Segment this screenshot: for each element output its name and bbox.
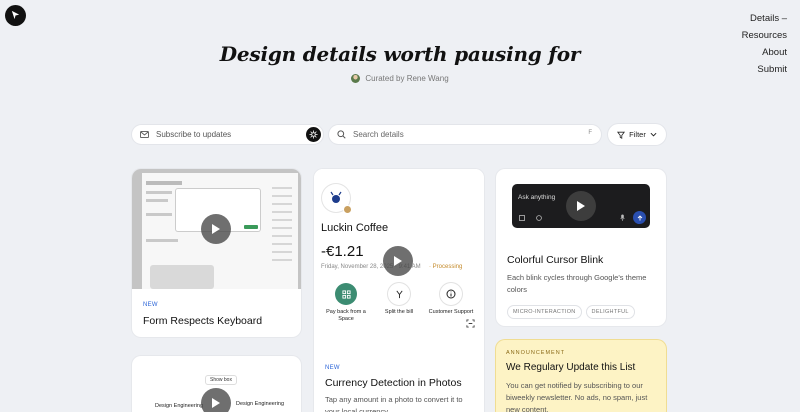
subscribe-placeholder: Subscribe to updates <box>156 130 232 139</box>
card-title: Currency Detection in Photos <box>325 377 462 389</box>
card-description: Each blink cycles through Google's theme… <box>507 273 647 294</box>
chat-input-preview: Ask anything <box>512 184 650 228</box>
avatar <box>351 74 361 83</box>
transaction-amount: -€1.21 <box>321 243 364 260</box>
curator-credit: Curated by Rene Wang <box>0 74 800 83</box>
tag-delightful[interactable]: DELIGHTFUL <box>585 305 635 319</box>
card-meta: NEW Form Respects Keyboard <box>143 302 262 327</box>
chat-prompt: Ask anything <box>518 194 556 201</box>
subscribe-field[interactable]: Subscribe to updates <box>132 125 323 144</box>
play-icon <box>577 201 585 211</box>
merchant-name: Luckin Coffee <box>321 222 389 234</box>
action-customer-support[interactable]: Customer Support <box>428 283 474 316</box>
card-cursor-blink[interactable]: Ask anything Colorful Cursor Blink Each … <box>496 169 666 326</box>
page-title: Design details worth pausing for <box>219 42 581 66</box>
preview-label-left: Design Engineering <box>155 403 204 409</box>
subscribe-button[interactable] <box>306 127 321 142</box>
scan-icon <box>466 315 475 333</box>
search-input[interactable]: Search details F <box>329 125 601 144</box>
site-logo[interactable] <box>5 5 26 26</box>
search-icon <box>337 130 346 139</box>
card-description: Tap any amount in a photo to convert it … <box>325 395 463 412</box>
play-button[interactable] <box>566 191 596 221</box>
nav-details[interactable]: Details – <box>742 10 787 27</box>
action-label: Split the bill <box>384 309 414 315</box>
announcement-description: You can get notified by subscribing to o… <box>506 381 648 412</box>
announcement-label: ANNOUNCEMENT <box>506 350 566 356</box>
image-icon <box>519 215 525 221</box>
card-meta: NEW Currency Detection in Photos Tap any… <box>325 365 475 412</box>
card-thumbnail: Luckin Coffee -€1.21 Friday, November 28… <box>314 169 484 359</box>
arrow-up-icon <box>637 214 642 220</box>
card-title: Form Respects Keyboard <box>143 315 263 327</box>
search-placeholder: Search details <box>353 130 404 139</box>
filter-button[interactable]: Filter <box>608 124 666 145</box>
globe-icon <box>536 215 542 221</box>
curator-text: Curated by Rene Wang <box>365 74 449 83</box>
preview-label-right: Design Engineering <box>236 401 285 407</box>
deer-icon <box>330 191 342 203</box>
tag-list: MICRO-INTERACTION DELIGHTFUL <box>507 305 657 319</box>
action-pay-back[interactable]: Pay back from a Space <box>323 283 369 323</box>
play-button[interactable] <box>201 388 231 412</box>
info-icon <box>440 283 462 305</box>
sparkle-icon <box>309 130 318 139</box>
card-announcement[interactable]: ANNOUNCEMENT We Regulary Update this Lis… <box>496 340 666 412</box>
announcement-title: We Regulary Update this List <box>506 362 636 373</box>
microphone-icon <box>620 214 625 221</box>
mail-icon <box>140 131 149 138</box>
new-badge: NEW <box>143 302 158 308</box>
new-badge: NEW <box>325 365 340 371</box>
search-shortcut-key: F <box>588 130 592 136</box>
merchant-logo <box>322 184 352 214</box>
play-button[interactable] <box>201 214 231 244</box>
play-button[interactable] <box>383 246 413 276</box>
card-currency-detection[interactable]: Luckin Coffee -€1.21 Friday, November 28… <box>314 169 484 412</box>
transaction-status: · Processing <box>429 264 463 270</box>
filter-icon <box>617 131 626 139</box>
split-icon <box>388 283 410 305</box>
tag-micro-interaction[interactable]: MICRO-INTERACTION <box>507 305 582 319</box>
play-icon <box>394 256 402 266</box>
send-button <box>633 211 646 224</box>
card-meta: Colorful Cursor Blink Each blink cycles … <box>507 254 657 319</box>
card-design-engineering[interactable]: Show box Design Engineering Design Engin… <box>132 356 301 412</box>
action-split-bill[interactable]: Split the bill <box>376 283 422 316</box>
play-icon <box>212 224 220 234</box>
merchant-badge-icon <box>343 205 352 214</box>
filter-label: Filter <box>629 130 646 139</box>
play-icon <box>212 398 220 408</box>
card-form-keyboard[interactable]: NEW Form Respects Keyboard <box>132 169 301 337</box>
card-thumbnail <box>132 169 301 289</box>
cursor-arrow-icon <box>11 10 20 20</box>
show-box-toggle: Show box <box>205 375 237 385</box>
card-title: Colorful Cursor Blink <box>507 254 604 266</box>
action-label: Pay back from a Space <box>326 309 366 322</box>
chevron-down-icon <box>650 132 657 137</box>
pay-back-icon <box>335 283 357 305</box>
